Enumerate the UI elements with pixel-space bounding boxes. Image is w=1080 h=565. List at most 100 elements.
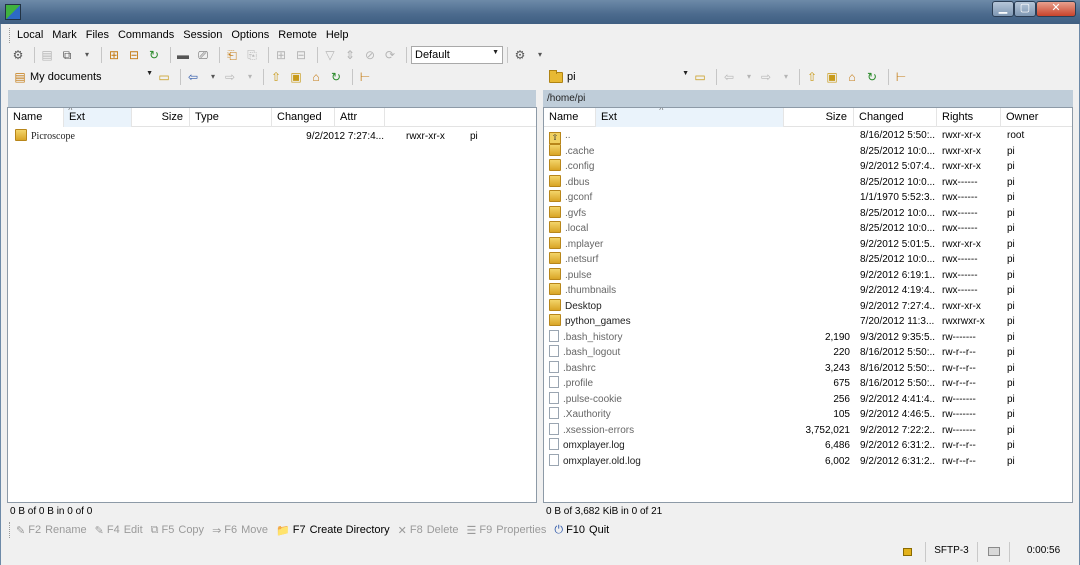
right-file-row[interactable]: .config 9/2/2012 5:07:4... rwxr-xr-x pi [544,159,1072,175]
session-icon[interactable]: ⎗ [224,47,240,63]
menu-remote[interactable]: Remote [274,28,322,43]
root-directory-icon[interactable]: ▣ [288,69,304,85]
back-dropdown-icon[interactable]: ▾ [205,69,221,85]
compare-directories-icon[interactable]: ▤ [39,47,55,63]
keybar-grip[interactable] [9,522,12,538]
menu-commands[interactable]: Commands [114,28,179,43]
parent-directory-icon[interactable]: ⇧ [804,69,820,85]
key-move-button[interactable]: ⇒ F6 Move [212,524,268,537]
right-file-row[interactable]: .pulse-cookie 256 9/2/2012 4:41:4... rw----… [544,391,1072,408]
tree-icon[interactable]: ⊢ [357,69,373,85]
key-properties-button[interactable]: ☰ F9 Properties [467,524,547,537]
disconnect-icon[interactable]: ⎘ [244,47,260,63]
root-directory-icon[interactable]: ▣ [824,69,840,85]
transfer-options-dropdown-icon[interactable]: ▾ [532,47,548,63]
maximize-button[interactable]: ▢ [1014,1,1036,17]
forward-dropdown-icon[interactable]: ▾ [242,69,258,85]
forward-dropdown-icon[interactable]: ▾ [778,69,794,85]
minimize-button[interactable]: ▁ [992,1,1014,17]
right-file-row[interactable]: .mplayer 9/2/2012 5:01:5... rwxr-xr-x pi [544,236,1072,253]
column-ext[interactable]: Ext [64,108,132,127]
key-create-directory-button[interactable]: 📁 F7 Create Directory [276,524,390,537]
right-file-row[interactable]: .bash_history 2,190 9/3/2012 9:35:5... rw--… [544,329,1072,346]
menu-options[interactable]: Options [227,28,274,43]
back-dropdown-icon[interactable]: ▾ [741,69,757,85]
menubar-grip[interactable] [9,28,12,43]
open-folder-icon[interactable]: ▭ [692,69,708,85]
parent-directory-icon[interactable]: ⇧ [268,69,284,85]
right-file-row[interactable]: .Xauthority 105 9/2/2012 4:46:5... rw------… [544,407,1072,423]
right-file-row[interactable]: omxplayer.log 6,486 9/2/2012 6:31:2... rw-r… [544,438,1072,454]
refresh-icon[interactable]: ↻ [328,69,344,85]
right-file-row[interactable]: .dbus 8/25/2012 10:0... rwx------ pi [544,174,1072,191]
column-changed[interactable]: Changed [272,108,335,127]
key-quit-button[interactable]: ⏻ F10 Quit [554,524,609,537]
column-name[interactable]: Name [8,108,64,127]
transfer-settings-select[interactable]: Default ▼ [411,46,503,64]
menu-local[interactable]: Local [13,28,48,43]
left-location-select[interactable]: ▤ My documents ▼ [10,68,156,86]
key-copy-button[interactable]: ⧉ F5 Copy [151,524,204,537]
right-file-row[interactable]: .local 8/25/2012 10:0... rwx------ pi [544,221,1072,237]
sort-icon[interactable]: ⇕ [342,47,358,63]
column-rights[interactable]: Rights [937,108,1001,127]
column-changed[interactable]: Changed [854,108,937,127]
right-location-select[interactable]: pi ▼ [546,68,692,86]
left-file-row[interactable]: Picroscope 9/2/2012 7:27:4... rwxr-xr-x … [8,129,536,145]
right-file-row[interactable]: .xsession-errors 3,752,021 9/2/2012 7:22:2… [544,422,1072,439]
key-delete-button[interactable]: ✕ F8 Delete [398,524,459,537]
right-file-row[interactable]: Desktop 9/2/2012 7:27:4... rwxr-xr-x pi [544,298,1072,315]
monitor-icon[interactable] [987,547,1000,556]
right-file-row[interactable]: .gvfs 8/25/2012 10:0... rwx------ pi [544,205,1072,222]
synchronize-icon[interactable]: ⧉ [59,47,75,63]
menu-files[interactable]: Files [82,28,114,43]
right-file-row[interactable]: .profile 675 8/16/2012 5:50:... rw-r--r-- pi [544,376,1072,392]
filter-icon[interactable]: ▽ [322,47,338,63]
key-edit-button[interactable]: ✎ F4 Edit [95,524,143,537]
right-file-row[interactable]: .bashrc 3,243 8/16/2012 5:50:... rw-r--r-- p… [544,360,1072,377]
add-icon[interactable]: ⊞ [273,47,289,63]
menu-session[interactable]: Session [179,28,227,43]
reload-icon[interactable]: ⟳ [382,47,398,63]
column-attr[interactable]: Attr [335,108,385,127]
column-size[interactable]: Size [784,108,854,127]
refresh-icon[interactable]: ↻ [864,69,880,85]
right-file-row[interactable]: python_games 7/20/2012 11:3... rwxrwxr-x pi [544,314,1072,330]
preferences-icon[interactable]: ⚙ [10,47,26,63]
right-file-panel[interactable]: Name Ext ˄ Size Changed Rights Owner ⇧..… [543,107,1073,503]
tree-icon[interactable]: ⊢ [893,69,909,85]
key-rename-button[interactable]: ✎ F2 Rename [16,524,87,537]
queue-icon[interactable]: ⊞ [106,47,122,63]
right-file-row[interactable]: .bash_logout 220 8/16/2012 5:50:... rw-r--r… [544,345,1072,361]
clear-icon[interactable]: ⊘ [362,47,378,63]
queue-list-icon[interactable]: ⊟ [126,47,142,63]
forward-icon[interactable]: ⇨ [222,69,238,85]
open-folder-icon[interactable]: ▭ [156,69,172,85]
column-name[interactable]: Name [544,108,596,127]
terminal-icon[interactable]: ▬ [175,47,191,63]
right-file-row[interactable]: .thumbnails 9/2/2012 4:19:4... rwx------ pi [544,283,1072,299]
right-file-row[interactable]: omxplayer.old.log 6,002 9/2/2012 6:31:2...… [544,453,1072,470]
synchronize-dropdown-icon[interactable]: ▾ [79,47,95,63]
column-owner[interactable]: Owner [1001,108,1072,127]
putty-icon[interactable]: ⎚ [195,47,211,63]
home-icon[interactable]: ⌂ [844,69,860,85]
left-file-panel[interactable]: Name Ext ˄ Size Type Changed Attr Picros… [7,107,537,503]
transfer-options-icon[interactable]: ⚙ [512,47,528,63]
back-icon[interactable]: ⇦ [721,69,737,85]
column-size[interactable]: Size [132,108,190,127]
home-icon[interactable]: ⌂ [308,69,324,85]
forward-icon[interactable]: ⇨ [758,69,774,85]
right-file-row[interactable]: .netsurf 8/25/2012 10:0... rwx------ pi [544,252,1072,268]
column-type[interactable]: Type [190,108,272,127]
back-icon[interactable]: ⇦ [185,69,201,85]
right-file-row[interactable]: .gconf 1/1/1970 5:52:3... rwx------ pi [544,190,1072,206]
close-button[interactable]: ✕ [1036,1,1076,17]
menu-mark[interactable]: Mark [48,28,81,43]
refresh-icon[interactable]: ↻ [146,47,162,63]
menu-help[interactable]: Help [322,28,354,43]
right-file-row[interactable]: .pulse 9/2/2012 6:19:1... rwx------ pi [544,267,1072,284]
lock-icon[interactable] [902,548,912,556]
right-file-row[interactable]: ⇧.. 8/16/2012 5:50:... rwxr-xr-x root [544,128,1072,144]
remove-icon[interactable]: ⊟ [293,47,309,63]
